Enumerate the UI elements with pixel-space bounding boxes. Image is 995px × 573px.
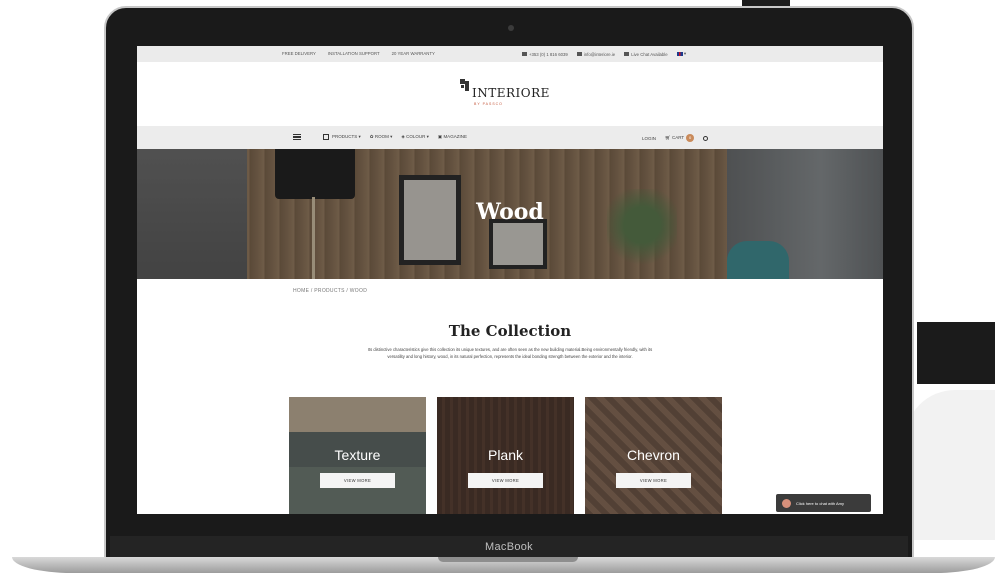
section-title: The Collection [448, 322, 572, 340]
room-icon: ✿ [369, 134, 374, 140]
collection-card-chevron[interactable]: Chevron VIEW MORE [585, 397, 722, 514]
card-label: Plank [487, 447, 524, 463]
logo-text[interactable]: INTERIORE [472, 86, 550, 100]
email-link[interactable]: info@interiore.ie [576, 51, 616, 57]
nav-products[interactable]: PRODUCTS ▾ [323, 134, 361, 140]
live-chat-link[interactable]: Live Chat Available [624, 51, 668, 57]
language-selector[interactable]: ▾ [676, 51, 687, 57]
cart-count-badge: 0 [686, 134, 695, 142]
logo-icon[interactable] [460, 79, 470, 91]
email-address: info@interiore.ie [583, 51, 616, 57]
chat-icon [624, 52, 630, 57]
magazine-icon: ▣ [437, 134, 443, 140]
hero-banner: Wood [137, 149, 883, 279]
cart-icon: 🛒︎ [665, 135, 671, 141]
logo-subtitle: BY PASSCO [474, 102, 503, 106]
chat-widget-button[interactable]: Click here to chat with Amy [776, 494, 871, 512]
main-nav: PRODUCTS ▾ ✿ ROOM ▾ ◈ COLOUR ▾ ▣ MAGAZIN… [137, 126, 883, 149]
nav-magazine[interactable]: ▣ MAGAZINE [438, 134, 467, 140]
chevron-down-icon: ▾ [426, 134, 429, 140]
nav-products-label: PRODUCTS [332, 134, 358, 140]
cart-link[interactable]: 🛒︎ CART 0 [665, 134, 695, 142]
view-more-button[interactable]: VIEW MORE [468, 473, 543, 488]
card-label: Chevron [627, 447, 680, 463]
phone-icon [522, 52, 527, 57]
top-info-bar: FREE DELIVERY INSTALLATION SUPPORT 20 YE… [137, 46, 883, 62]
page-title: Wood [476, 199, 544, 225]
card-label: Texture [334, 447, 381, 463]
free-delivery-link[interactable]: FREE DELIVERY [282, 51, 316, 56]
device-label: MacBook [485, 541, 533, 553]
phone-link[interactable]: +353 (0) 1 816 6039 [522, 52, 568, 57]
menu-icon[interactable] [293, 134, 301, 140]
uk-flag-icon [676, 51, 683, 56]
breadcrumb[interactable]: HOME / PRODUCTS / WOOD [293, 288, 367, 294]
chevron-down-icon: ▾ [683, 51, 687, 56]
nav-room-label: ROOM [374, 134, 389, 140]
camera [508, 25, 514, 31]
warranty-link[interactable]: 20 YEAR WARRANTY [392, 51, 435, 56]
view-more-button[interactable]: VIEW MORE [320, 473, 395, 488]
collection-card-plank[interactable]: Plank VIEW MORE [437, 397, 574, 514]
chat-label: Click here to chat with Amy [796, 500, 845, 506]
mail-icon [576, 52, 582, 57]
products-icon [323, 134, 329, 140]
live-chat-text: Live Chat Available [631, 51, 668, 57]
collection-card-texture[interactable]: Texture VIEW MORE [289, 397, 426, 514]
installation-support-link[interactable]: INSTALLATION SUPPORT [328, 51, 380, 56]
logo-header: INTERIORE BY PASSCO [137, 62, 883, 126]
view-more-button[interactable]: VIEW MORE [616, 473, 691, 488]
chevron-down-icon: ▾ [358, 134, 361, 140]
paint-bucket-icon: ◈ [401, 134, 405, 140]
nav-room[interactable]: ✿ ROOM ▾ [370, 134, 393, 140]
search-icon[interactable] [703, 135, 709, 141]
chat-avatar [782, 498, 791, 508]
laptop-notch [438, 557, 578, 562]
collection-cards: Texture VIEW MORE Plank VIEW MORE Chevro… [289, 397, 723, 514]
phone-number: +353 (0) 1 816 6039 [529, 51, 568, 57]
section-description: Its distinctive characteristics give thi… [367, 347, 653, 359]
nav-colour-label: COLOUR [406, 134, 426, 140]
browser-screen: FREE DELIVERY INSTALLATION SUPPORT 20 YE… [137, 46, 883, 514]
login-link[interactable]: LOGIN [642, 136, 656, 141]
nav-magazine-label: MAGAZINE [443, 134, 467, 140]
background-shape [917, 322, 995, 384]
chevron-down-icon: ▾ [390, 134, 393, 140]
background-shape [905, 390, 995, 540]
cart-label: CART [672, 135, 685, 141]
nav-colour[interactable]: ◈ COLOUR ▾ [401, 134, 429, 140]
